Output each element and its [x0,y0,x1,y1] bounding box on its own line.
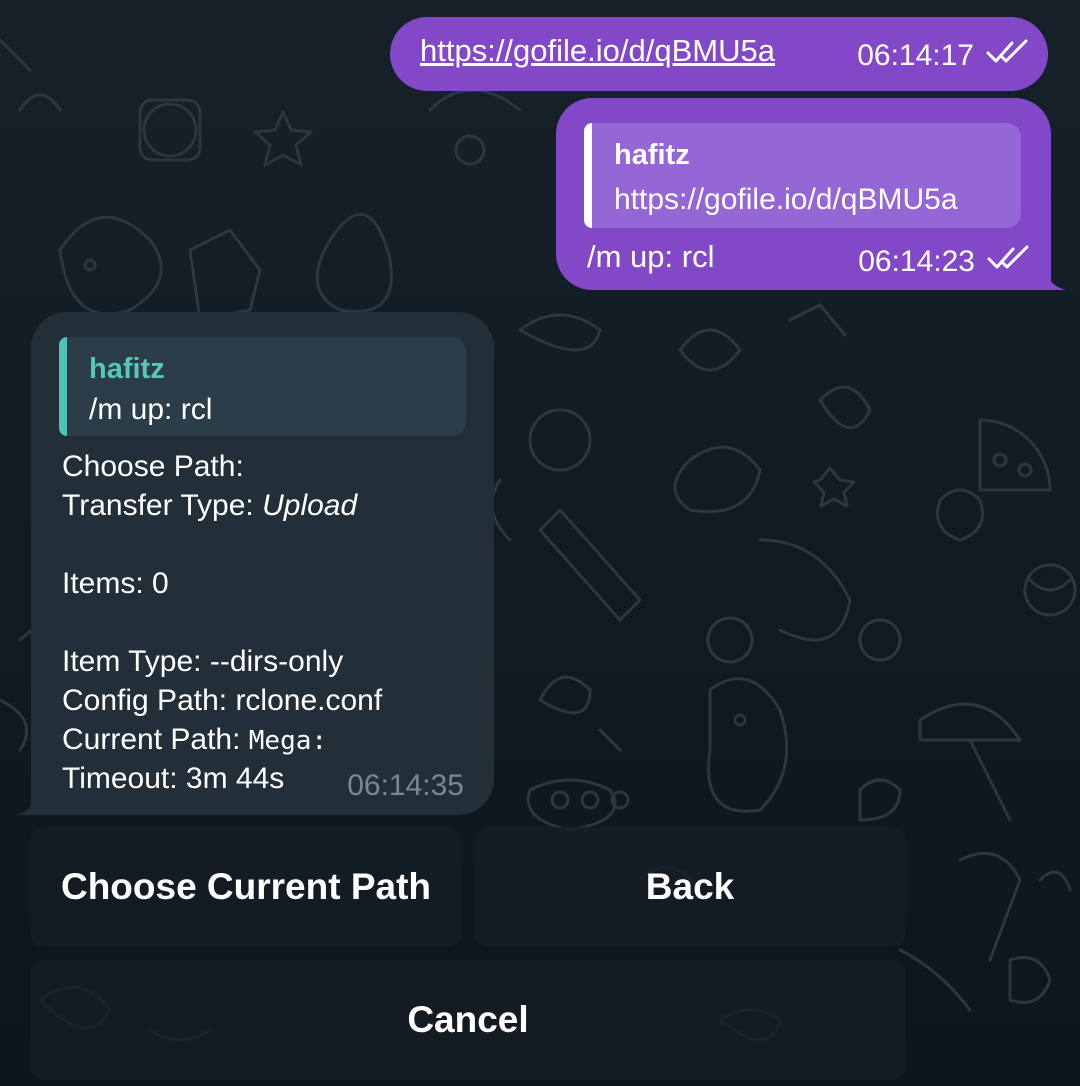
message-text: /m up: rcl [587,239,715,274]
reply-author: hafitz [89,353,165,385]
bubble-tail [1040,250,1066,290]
message-meta: 06:14:23 [858,245,1031,279]
item-type-line: Item Type: --dirs-only [62,645,344,678]
current-path-value: Mega [248,726,312,756]
message-time: 06:14:23 [858,245,975,278]
quoted-reply[interactable]: hafitz https://gofile.io/d/qBMU5a [584,123,1021,228]
message-meta: 06:14:17 [857,39,1030,73]
transfer-type-line: Transfer Type: Upload [62,486,382,525]
double-check-icon [986,39,1030,73]
quoted-reply[interactable]: hafitz /m up: rcl [59,337,466,436]
back-button[interactable]: Back [474,827,906,947]
bubble-tail [16,775,42,815]
items-line: Items: 0 [62,567,169,600]
transfer-type-label: Transfer Type: [62,489,254,522]
current-path-suffix: : [311,726,328,756]
choose-current-path-button[interactable]: Choose Current Path [30,827,462,947]
message-link[interactable]: https://gofile.io/d/qBMU5a [420,33,775,69]
reply-text: /m up: rcl [89,393,213,426]
timeout-line: Timeout: 3m 44s [62,762,285,795]
outgoing-message-link[interactable]: https://gofile.io/d/qBMU5a 06:14:17 [390,17,1048,91]
choose-path-line: Choose Path: [62,450,244,483]
incoming-bot-message[interactable]: hafitz /m up: rcl Choose Path: Transfer … [31,312,494,815]
reply-author: hafitz [614,139,690,171]
cancel-button[interactable]: Cancel [30,960,906,1080]
outgoing-message-reply[interactable]: hafitz https://gofile.io/d/qBMU5a /m up:… [556,98,1051,290]
double-check-icon [987,245,1031,279]
reply-text: https://gofile.io/d/qBMU5a [614,183,958,216]
message-time: 06:14:17 [857,39,974,72]
message-time: 06:14:35 [347,769,464,802]
message-body: Choose Path: Transfer Type: Upload Items… [62,447,382,798]
config-path-line: Config Path: rclone.conf [62,684,383,717]
current-path-label: Current Path: [62,723,241,756]
transfer-type-value: Upload [262,489,358,522]
current-path-line: Current Path: Mega: [62,720,382,759]
